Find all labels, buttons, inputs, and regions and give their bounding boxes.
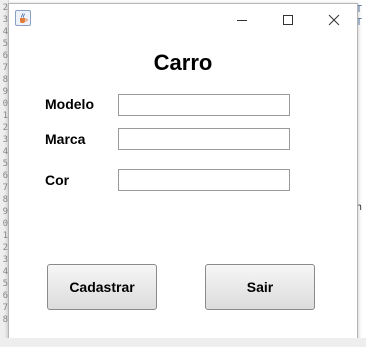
line-number: 6 — [2, 171, 8, 181]
marca-label: Marca — [45, 131, 86, 147]
line-number: 8 — [2, 75, 8, 85]
close-icon — [328, 14, 340, 26]
line-number: 4 — [2, 267, 8, 277]
marca-input[interactable] — [118, 128, 290, 150]
minimize-icon — [237, 20, 247, 21]
sair-button[interactable]: Sair — [205, 264, 315, 310]
cor-input[interactable] — [118, 169, 290, 191]
line-number: 3 — [2, 15, 8, 25]
line-number: 0 — [2, 219, 8, 229]
line-number: 0 — [2, 99, 8, 109]
maximize-button[interactable] — [266, 6, 310, 34]
form-title: Carro — [153, 50, 213, 75]
line-number: 5 — [2, 279, 8, 289]
line-number: 3 — [2, 135, 8, 145]
line-number: 2 — [2, 123, 8, 133]
line-number: 7 — [2, 63, 8, 73]
form-panel: Carro Modelo Marca Cor Cadastrar Sair — [9, 34, 357, 339]
line-number: 6 — [2, 51, 8, 61]
line-number: 2 — [2, 3, 8, 13]
line-number: 2 — [2, 243, 8, 253]
close-button[interactable] — [312, 6, 356, 34]
line-number: 1 — [2, 231, 8, 241]
line-number: 9 — [2, 87, 8, 97]
line-number: 7 — [2, 303, 8, 313]
modelo-input[interactable] — [118, 94, 290, 116]
modelo-label: Modelo — [45, 96, 94, 112]
minimize-button[interactable] — [220, 6, 264, 34]
line-number: 7 — [2, 183, 8, 193]
line-number: 8 — [2, 315, 8, 325]
maximize-icon — [283, 15, 293, 25]
line-number: 6 — [2, 291, 8, 301]
line-number: 8 — [2, 195, 8, 205]
cadastrar-button[interactable]: Cadastrar — [47, 264, 157, 310]
line-number: 4 — [2, 147, 8, 157]
line-number: 4 — [2, 27, 8, 37]
ide-bottom-strip — [0, 338, 366, 347]
title-bar[interactable] — [9, 4, 357, 34]
line-number: 5 — [2, 159, 8, 169]
line-number: 9 — [2, 207, 8, 217]
line-number: 1 — [2, 111, 8, 121]
cor-label: Cor — [45, 172, 70, 188]
line-number: 5 — [2, 39, 8, 49]
java-cup-icon — [15, 10, 31, 26]
line-number: 3 — [2, 255, 8, 265]
carro-dialog-window: Carro Modelo Marca Cor Cadastrar Sair — [8, 3, 358, 340]
